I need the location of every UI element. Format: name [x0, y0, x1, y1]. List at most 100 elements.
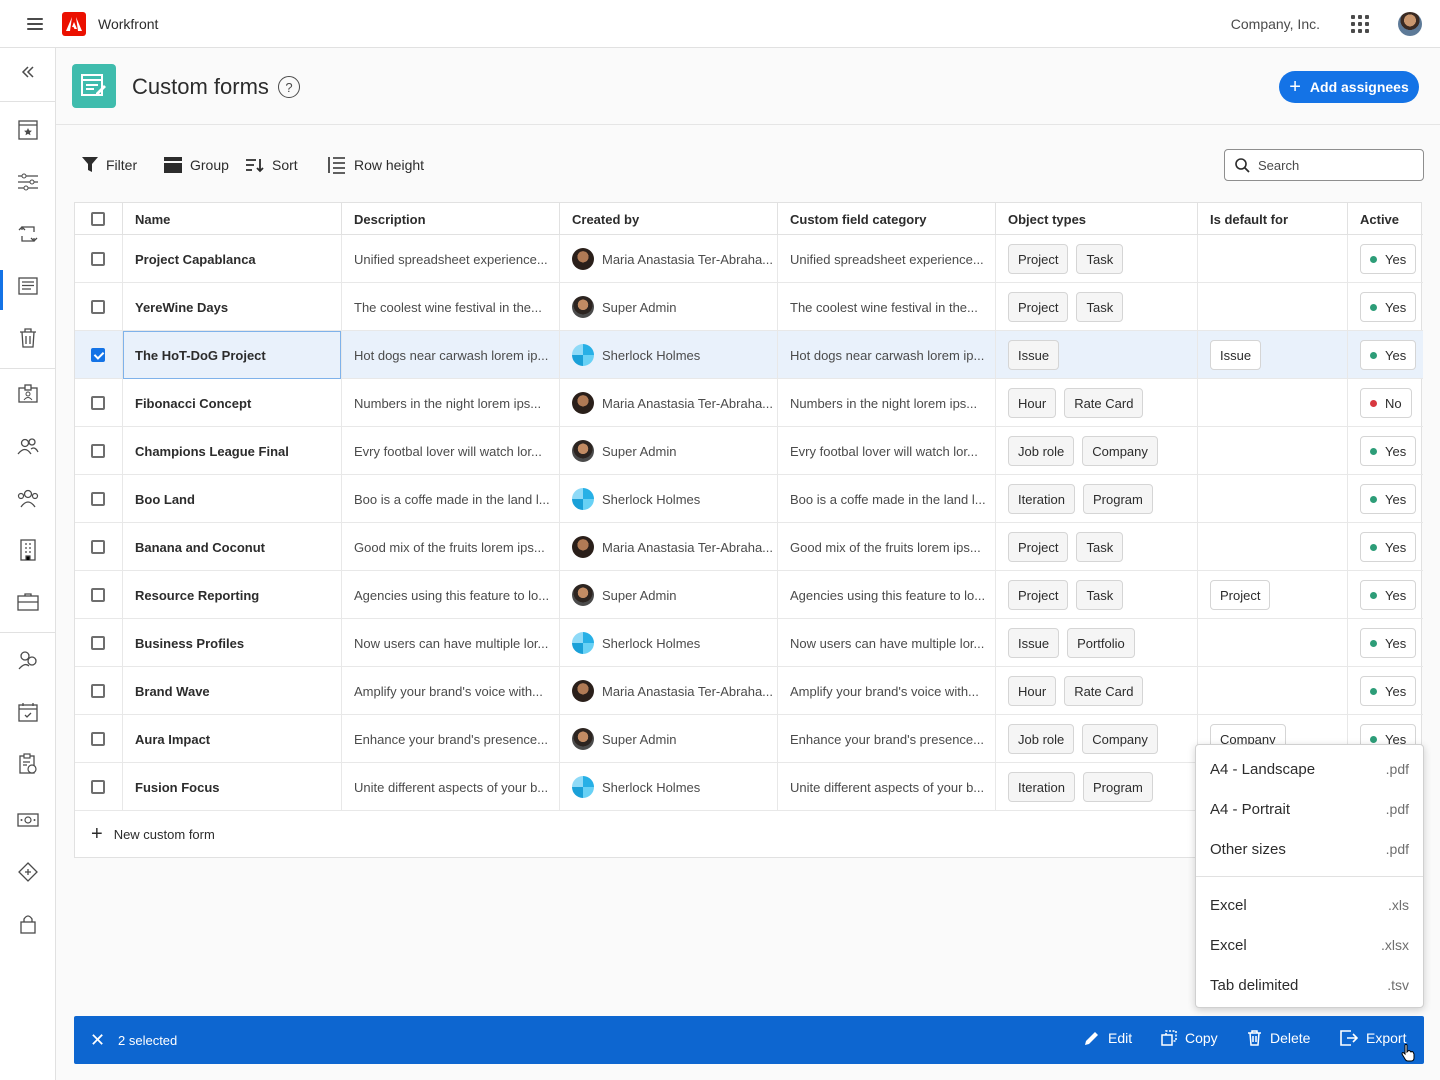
column-header-name[interactable]: Name — [123, 203, 342, 235]
form-name[interactable]: YereWine Days — [123, 283, 342, 331]
sort-button[interactable]: Sort — [246, 155, 298, 175]
menu-item-ext: .pdf — [1385, 841, 1409, 857]
column-header-created-by[interactable]: Created by — [560, 203, 778, 235]
table-row[interactable]: Business Profiles Now users can have mult… — [75, 619, 1423, 667]
timesheet-icon[interactable] — [0, 744, 56, 784]
settings-sliders-icon[interactable] — [0, 162, 56, 202]
row-checkbox[interactable] — [91, 684, 105, 698]
column-header-default-for[interactable]: Is default for — [1198, 203, 1348, 235]
table-row[interactable]: Boo Land Boo is a coffe made in the land … — [75, 475, 1423, 523]
form-name[interactable]: The HoT-DoG Project — [123, 331, 342, 379]
column-header-active[interactable]: Active — [1348, 203, 1423, 235]
row-checkbox[interactable] — [91, 780, 105, 794]
active-status-badge: Yes — [1360, 484, 1417, 514]
id-badge-icon[interactable] — [0, 374, 56, 414]
copy-button[interactable]: Copy — [1161, 1030, 1218, 1046]
form-name[interactable]: Banana and Coconut — [123, 523, 342, 571]
status-dot — [1370, 255, 1377, 263]
group-button[interactable]: Group — [164, 155, 229, 175]
help-icon[interactable]: ? — [278, 76, 300, 98]
export-tab-delimited[interactable]: Tab delimited .tsv — [1196, 965, 1423, 1005]
left-rail — [0, 48, 56, 1080]
form-name[interactable]: Boo Land — [123, 475, 342, 523]
created-by-cell: Super Admin — [560, 427, 778, 475]
form-name[interactable]: Fusion Focus — [123, 763, 342, 811]
row-checkbox[interactable] — [91, 300, 105, 314]
created-by-cell: Sherlock Holmes — [560, 763, 778, 811]
row-checkbox[interactable] — [91, 444, 105, 458]
form-name[interactable]: Champions League Final — [123, 427, 342, 475]
search-box[interactable] — [1224, 149, 1424, 181]
row-checkbox[interactable] — [91, 396, 105, 410]
calendar-check-icon[interactable] — [0, 692, 56, 732]
export-a4-portrait[interactable]: A4 - Portrait .pdf — [1196, 789, 1423, 829]
building-icon[interactable] — [0, 530, 56, 570]
row-checkbox[interactable] — [91, 540, 105, 554]
teams-icon[interactable] — [0, 478, 56, 518]
row-select-cell — [75, 619, 123, 667]
table-row[interactable]: Project Capablanca Unified spreadsheet ex… — [75, 235, 1423, 283]
export-excel-xlsx[interactable]: Excel .xlsx — [1196, 925, 1423, 965]
job-role-icon[interactable] — [0, 582, 56, 622]
table-row[interactable]: The HoT-DoG Project Hot dogs near carwash… — [75, 331, 1423, 379]
form-name[interactable]: Business Profiles — [123, 619, 342, 667]
form-name[interactable]: Resource Reporting — [123, 571, 342, 619]
menu-icon[interactable] — [27, 17, 43, 30]
home-icon[interactable] — [0, 110, 56, 150]
form-name[interactable]: Project Capablanca — [123, 235, 342, 283]
table-row[interactable]: Banana and Coconut Good mix of the fruits… — [75, 523, 1423, 571]
status-dot — [1370, 591, 1377, 599]
select-all-checkbox[interactable] — [91, 212, 105, 226]
active-cell: Yes — [1348, 427, 1423, 475]
apps-grid-icon[interactable] — [1351, 15, 1369, 33]
groups-icon[interactable] — [0, 640, 56, 680]
row-checkbox[interactable] — [91, 732, 105, 746]
table-row[interactable]: Brand Wave Amplify your brand's voice wit… — [75, 667, 1423, 715]
column-header-description[interactable]: Description — [342, 203, 560, 235]
row-checkbox[interactable] — [91, 348, 105, 362]
edit-button[interactable]: Edit — [1084, 1030, 1132, 1046]
sync-icon[interactable] — [0, 214, 56, 254]
export-a4-landscape[interactable]: A4 - Landscape .pdf — [1196, 749, 1423, 789]
table-row[interactable]: Fibonacci Concept Numbers in the night lo… — [75, 379, 1423, 427]
column-header-category[interactable]: Custom field category — [778, 203, 996, 235]
row-checkbox[interactable] — [91, 588, 105, 602]
row-checkbox[interactable] — [91, 252, 105, 266]
custom-forms-app-icon — [72, 64, 116, 108]
add-assignees-button[interactable]: + Add assignees — [1279, 71, 1419, 103]
integrations-icon[interactable] — [0, 852, 56, 892]
row-checkbox[interactable] — [91, 636, 105, 650]
billing-icon[interactable] — [0, 800, 56, 840]
row-select-cell — [75, 283, 123, 331]
filter-button[interactable]: Filter — [82, 155, 137, 175]
custom-forms-icon[interactable] — [0, 266, 56, 310]
export-excel-xls[interactable]: Excel .xls — [1196, 885, 1423, 925]
lock-icon[interactable] — [0, 904, 56, 944]
table-row[interactable]: Resource Reporting Agencies using this fe… — [75, 571, 1423, 619]
form-name[interactable]: Fibonacci Concept — [123, 379, 342, 427]
form-name[interactable]: Aura Impact — [123, 715, 342, 763]
row-checkbox[interactable] — [91, 492, 105, 506]
export-other-sizes[interactable]: Other sizes .pdf — [1196, 829, 1423, 869]
export-button[interactable]: Export — [1340, 1030, 1406, 1046]
form-name[interactable]: Brand Wave — [123, 667, 342, 715]
clear-selection-icon[interactable]: ✕ — [90, 1030, 105, 1051]
created-by-cell: Super Admin — [560, 571, 778, 619]
delete-button[interactable]: Delete — [1247, 1030, 1310, 1046]
form-category: Enhance your brand's presence... — [778, 715, 996, 763]
column-header-object-types[interactable]: Object types — [996, 203, 1198, 235]
user-avatar[interactable] — [1398, 12, 1422, 36]
active-status-badge: Yes — [1360, 628, 1417, 658]
search-input[interactable] — [1258, 157, 1408, 173]
table-row[interactable]: Champions League Final Evry footbal lover… — [75, 427, 1423, 475]
active-status-badge: Yes — [1360, 532, 1417, 562]
creator-avatar — [572, 728, 594, 750]
users-icon[interactable] — [0, 426, 56, 466]
sort-icon — [246, 159, 264, 173]
company-name[interactable]: Company, Inc. — [1231, 16, 1320, 32]
trash-icon[interactable] — [0, 318, 56, 358]
table-row[interactable]: YereWine Days The coolest wine festival i… — [75, 283, 1423, 331]
collapse-rail-icon[interactable] — [0, 52, 56, 92]
active-cell: Yes — [1348, 235, 1423, 283]
row-height-button[interactable]: Row height — [328, 155, 424, 175]
